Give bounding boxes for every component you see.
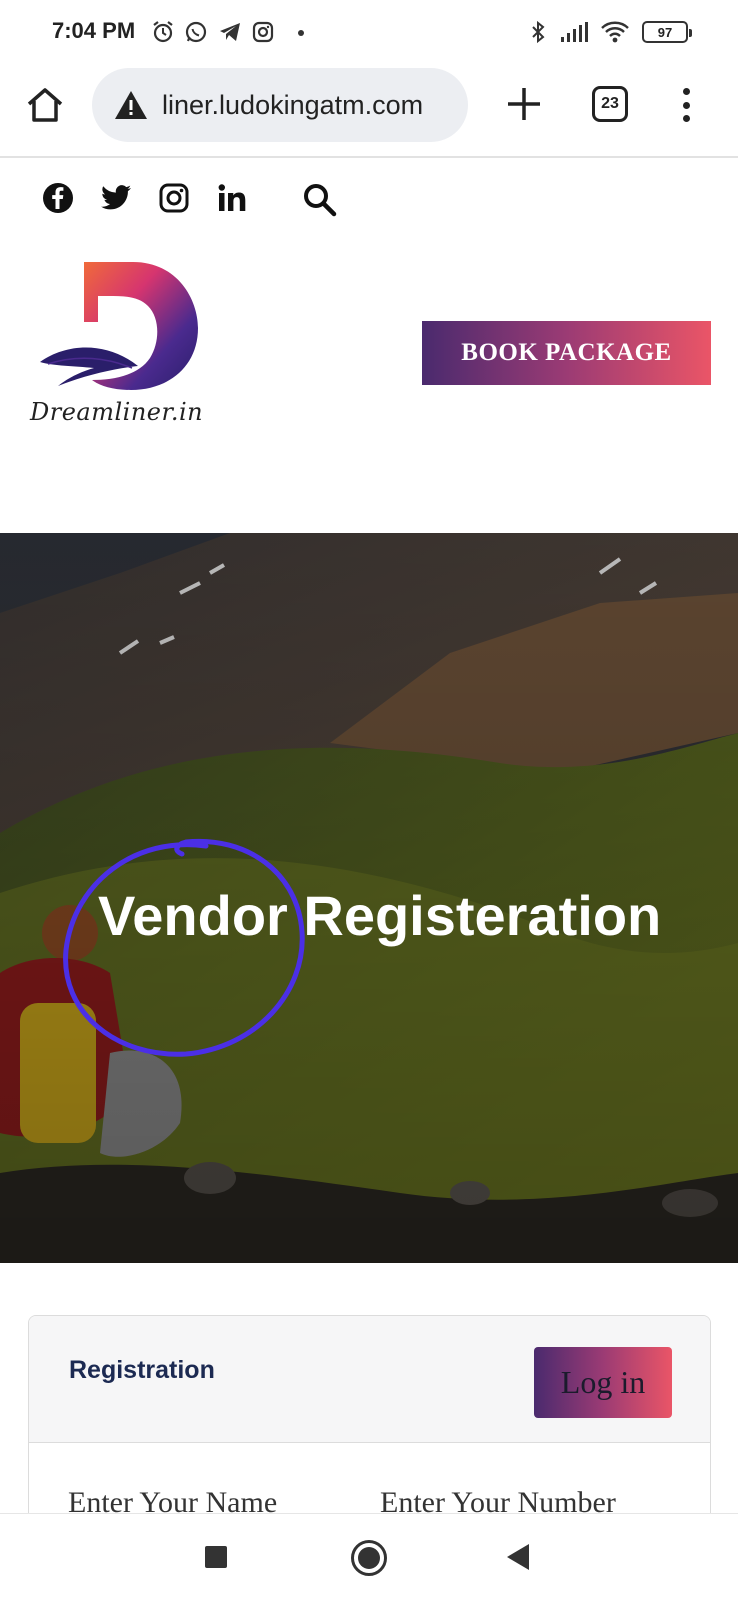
wifi-icon [601,21,629,43]
tabs-button[interactable]: 23 [592,86,628,122]
url-text[interactable]: liner.ludokingatm.com [162,90,423,121]
android-nav-bar [0,1513,738,1600]
registration-title: Registration [69,1356,215,1384]
book-package-button[interactable]: BOOK PACKAGE [422,321,711,385]
tab-count: 23 [601,95,619,112]
address-bar[interactable]: liner.ludokingatm.com [92,68,468,142]
browser-toolbar: liner.ludokingatm.com 23 [0,64,738,158]
alarm-icon [153,21,173,43]
instagram-social-icon[interactable] [156,180,192,216]
status-bar: 7:04 PM 97 [0,0,738,64]
browser-home-button[interactable] [24,84,66,126]
login-button[interactable]: Log in [534,1347,672,1418]
status-time: 7:04 PM [52,18,136,43]
logo-text: Dreamliner.in [30,398,204,426]
facebook-icon[interactable] [40,180,76,216]
warning-icon[interactable] [114,90,148,120]
telegram-icon [220,23,240,41]
plus-icon[interactable] [504,84,544,124]
back-icon[interactable] [507,1544,529,1570]
battery-icon: 97 [642,21,692,43]
signal-icon [561,22,588,42]
linkedin-icon[interactable] [214,180,250,216]
status-icons-left [152,20,274,44]
status-icons-right: 97 [528,20,692,44]
hero-title: Vendor Registeration [98,884,662,947]
bluetooth-icon [532,20,545,44]
twitter-icon[interactable] [98,180,134,216]
recent-apps-icon[interactable] [205,1546,227,1568]
instagram-icon [252,21,274,43]
search-icon[interactable] [302,182,338,218]
more-vertical-icon[interactable] [676,84,696,126]
social-links [40,180,272,216]
registration-header: Registration Log in [29,1316,710,1443]
home-icon [27,88,63,122]
battery-level: 97 [657,24,673,40]
whatsapp-icon [185,21,207,43]
notification-dot [298,30,304,36]
home-circle-icon[interactable] [351,1540,387,1576]
